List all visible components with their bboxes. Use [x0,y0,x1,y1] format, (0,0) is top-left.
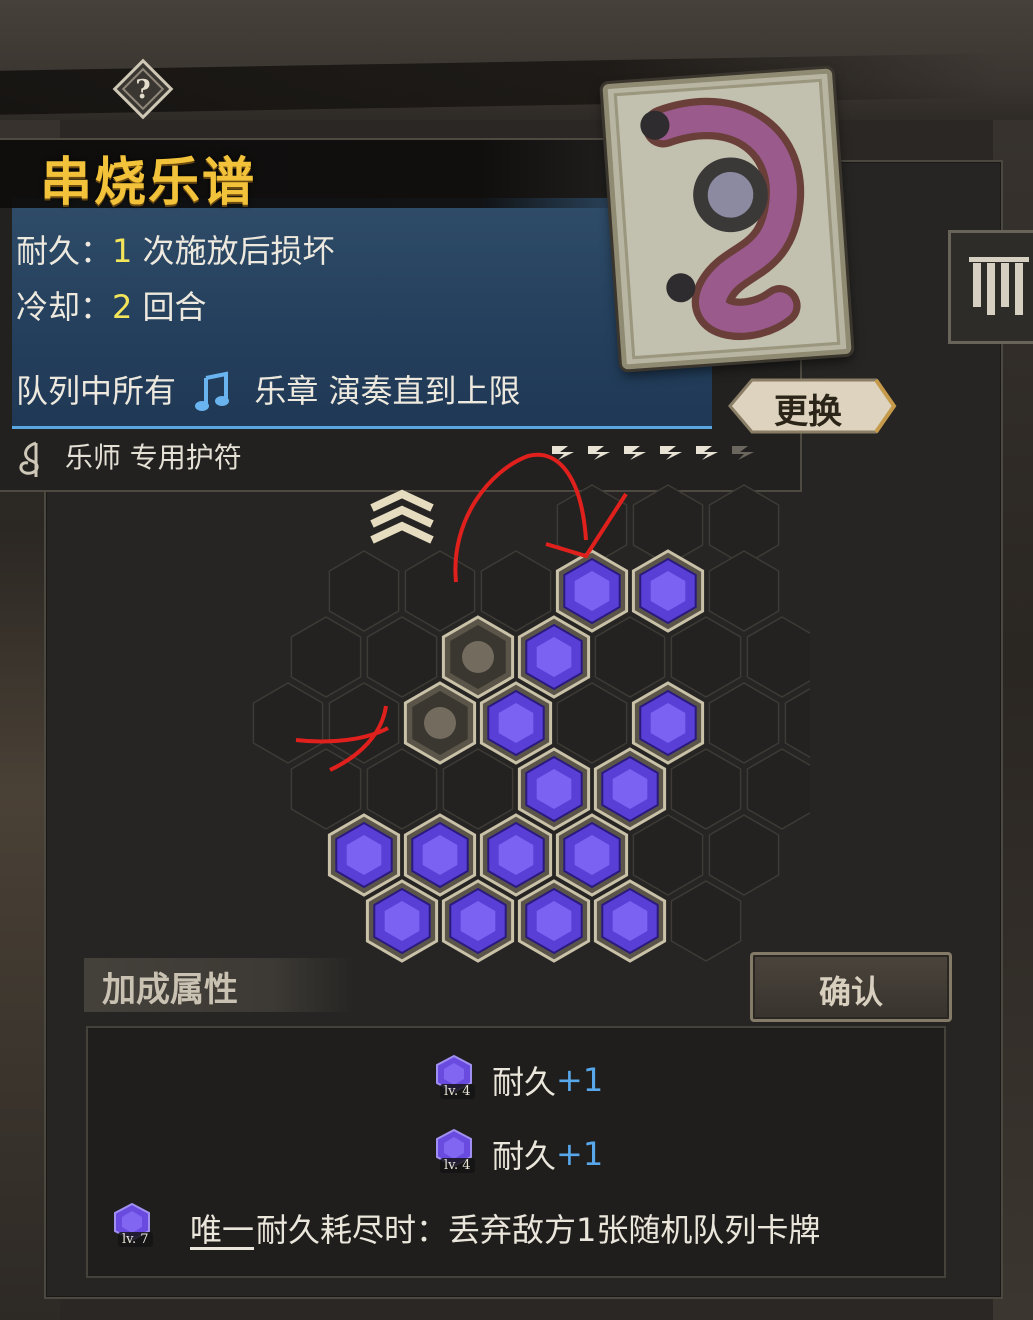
socket-gem[interactable] [327,813,401,897]
durability-suffix: 次施放后损坏 [142,232,335,270]
pip-filled-icon [552,446,574,460]
swap-button[interactable]: 更换 [726,374,898,438]
unique-tag[interactable]: 唯一 [190,1205,254,1251]
socket-gem[interactable] [555,813,629,897]
socket-empty[interactable] [746,616,810,698]
pip-filled-icon [660,446,682,460]
rank-chevron-icon [370,489,434,544]
effect-suffix: 演奏直到上限 [328,372,521,410]
socket-core[interactable] [441,615,515,699]
socket-core[interactable] [403,681,477,765]
durability-line: 耐久：1 次施放后损坏 [16,226,335,272]
cooldown-label: 冷却： [16,288,113,326]
pip-filled-icon [588,446,610,460]
socket-gem[interactable] [517,879,591,963]
socket-empty[interactable] [784,683,810,763]
socket-empty[interactable] [404,550,476,632]
bonus-stat: 耐久 [492,1063,557,1101]
socket-empty[interactable] [746,748,810,830]
class-text: 乐师 专用护符 [64,441,242,474]
bonus-row-1: lv. 4 耐久 +1 [430,1054,603,1106]
socket-gem[interactable] [517,747,591,831]
socket-gem[interactable] [479,813,553,897]
clef-icon [12,439,56,479]
gem-level: lv. 4 [440,1158,475,1173]
socket-grid [252,484,810,963]
cooldown-value: 2 [112,288,133,326]
socket-empty[interactable] [366,616,438,698]
socket-gem[interactable] [555,549,629,633]
gem-icon: lv. 7 [108,1202,164,1254]
socket-empty[interactable] [670,880,742,962]
bonus-value: +1 [556,1135,604,1173]
socket-empty[interactable] [480,550,552,632]
socket-gem[interactable] [441,879,515,963]
socket-empty[interactable] [632,814,704,896]
effect-prefix: 队列中所有 [16,372,177,410]
effect-keyword: 乐章 [254,372,319,410]
confirm-button-label: 确认 [818,973,883,1011]
bonus-row-3: lv. 7 唯一 耐久耗尽时：丢弃敌方1张随机队列卡牌 [108,1202,820,1254]
pip-filled-icon [696,446,718,460]
durability-label: 耐久： [16,232,113,270]
socket-gem[interactable] [631,549,705,633]
swap-button-label: 更换 [774,392,842,432]
bonus-value: +1 [556,1061,604,1099]
socket-empty[interactable] [670,616,742,698]
help-icon[interactable]: ? [112,58,174,120]
socket-gem[interactable] [365,879,439,963]
music-note-icon [192,370,238,416]
socket-gem[interactable] [631,681,705,765]
socket-empty[interactable] [556,682,628,764]
gem-icon: lv. 4 [430,1128,486,1180]
socket-empty[interactable] [670,748,742,830]
socket-empty[interactable] [252,682,324,764]
socket-empty[interactable] [328,550,400,632]
socket-gem[interactable] [593,747,667,831]
effect-line: 队列中所有 乐章 演奏直到上限 [16,366,521,416]
cooldown-line: 冷却：2 回合 [16,282,207,328]
gem-icon: lv. 4 [430,1054,486,1106]
socket-empty[interactable] [290,616,362,698]
socket-empty[interactable] [708,550,780,632]
confirm-button[interactable]: 确认 [750,952,952,1022]
socket-gem[interactable] [403,813,477,897]
socket-empty[interactable] [708,814,780,896]
upgrade-pips [548,440,758,466]
side-menu-icon [969,257,1029,315]
item-card-art[interactable] [602,68,852,370]
socket-gem[interactable] [593,879,667,963]
bonus-stat: 耐久 [492,1137,557,1175]
bonus-section-title: 加成属性 [102,970,238,1010]
class-line: 乐师 专用护符 [12,436,242,479]
socket-empty[interactable] [708,682,780,764]
socket-empty[interactable] [290,748,362,830]
socket-empty[interactable] [442,748,514,830]
pip-filled-icon [624,446,646,460]
gem-level: lv. 7 [118,1232,153,1247]
bonus-row-2: lv. 4 耐久 +1 [430,1128,603,1180]
socket-gem[interactable] [517,615,591,699]
durability-value: 1 [112,232,133,270]
socket-empty[interactable] [328,682,400,764]
side-menu-tab[interactable] [948,230,1033,344]
gem-level: lv. 4 [440,1084,475,1099]
cooldown-suffix: 回合 [142,288,207,326]
pip-empty-icon [732,446,754,460]
bonus-effect-text: 耐久耗尽时：丢弃敌方1张随机队列卡牌 [256,1211,821,1249]
socket-gem[interactable] [479,681,553,765]
socket-empty[interactable] [366,748,438,830]
svg-text:?: ? [135,75,150,105]
item-title: 串烧乐谱 [40,152,257,213]
socket-empty[interactable] [594,616,666,698]
